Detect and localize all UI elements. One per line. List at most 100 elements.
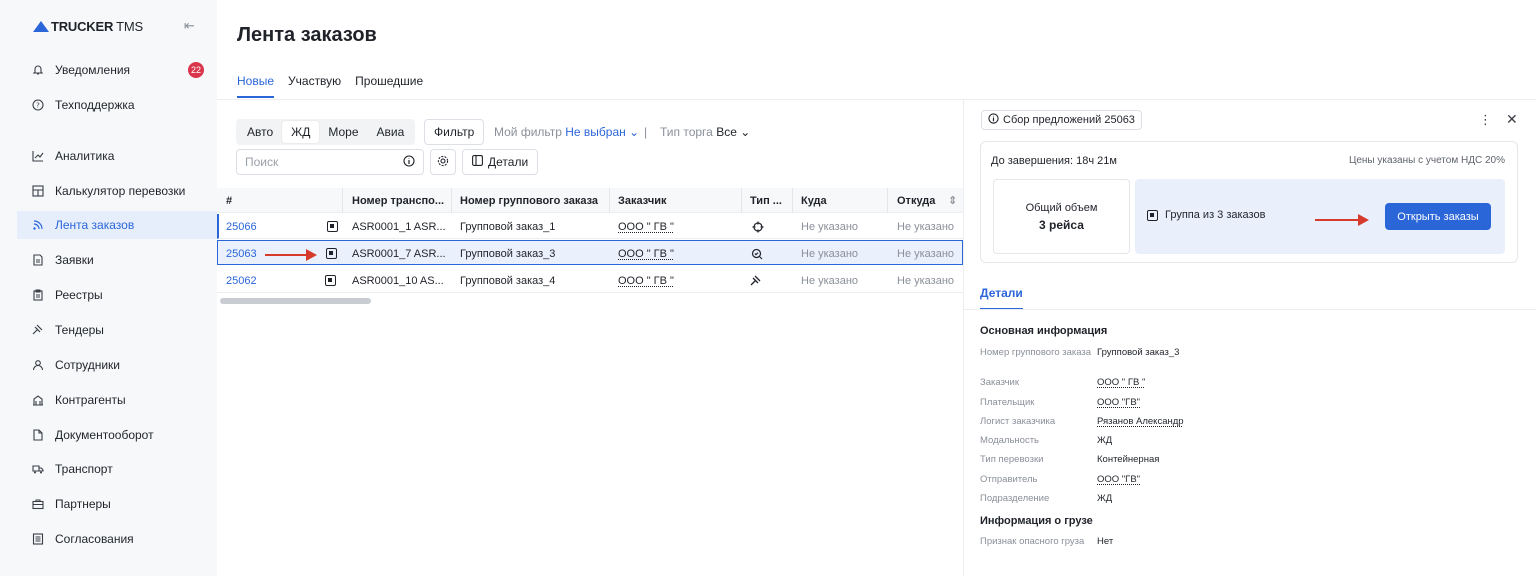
filter-button[interactable]: Фильтр [424,119,485,145]
sidebar-item-requests[interactable]: Заявки [17,246,217,274]
sort-icon[interactable]: ⇕ [948,188,960,213]
col-header-type[interactable]: Тип ... [750,188,795,213]
customer[interactable]: ООО " ГВ " [618,214,738,239]
vat-note: Цены указаны с учетом НДС 20% [1348,155,1505,166]
mode-sea[interactable]: Море [319,121,367,143]
brand-bold: TRUCKER [51,19,114,34]
annotation-arrow [1315,214,1369,226]
transport-number: ASR0001_10 AS... [352,274,444,287]
info-icon[interactable] [403,154,415,170]
order-id[interactable]: 25062 [226,268,286,293]
origin: Не указано [897,274,955,287]
mode-air[interactable]: Авиа [368,121,414,143]
destination: Не указано [801,274,859,287]
col-header-from[interactable]: Откуда [897,188,947,213]
tab-participating[interactable]: Участвую [288,74,341,98]
transport-number: ASR0001_1 ASR... [352,220,446,233]
field-key: Логист заказчика [980,416,1056,427]
destination: Не указано [801,220,859,233]
details-button-label: Детали [488,155,529,169]
group-order-icon [325,268,339,293]
sidebar-item-tenders[interactable]: Тендеры [17,316,217,344]
details-divider [964,309,1536,310]
col-sep [741,188,742,213]
my-filter-value: Не выбран [565,125,626,139]
sidebar-item-order-feed[interactable]: Лента заказов [17,211,217,239]
details-button[interactable]: Детали [462,149,539,175]
mode-rail[interactable]: ЖД [282,121,320,143]
table-row-selected[interactable]: 25063 ASR0001_7 ASR... Групповой заказ_3… [217,240,963,265]
logo-triangle-icon [33,21,49,32]
field-department: Подразделение ЖД [980,493,1112,504]
field-key: Отправитель [980,474,1038,485]
field-value[interactable]: ООО " ГВ " [1097,377,1145,388]
briefcase-icon [31,497,45,511]
field-group-number: Номер группового заказа Групповой заказ_… [980,347,1179,358]
app-logo[interactable]: TRUCKER TMS [33,19,143,34]
sidebar-item-transport[interactable]: Транспорт [17,455,217,483]
sidebar-item-approvals[interactable]: Согласования [17,525,217,553]
field-value: Контейнерная [1097,454,1160,465]
sidebar-item-documents[interactable]: Документооборот [17,421,217,449]
group-order-icon [327,214,341,239]
field-value: Групповой заказ_3 [1097,347,1180,358]
close-icon[interactable]: ✕ [1506,111,1518,128]
open-orders-button[interactable]: Открыть заказы [1385,203,1491,230]
tab-new[interactable]: Новые [237,74,275,98]
trade-type-filter[interactable]: Тип торга Все ⌄ [660,125,750,139]
table-header: # Номер транспо... Номер группового зака… [217,188,963,213]
sidebar-item-support[interactable]: ? Техподдержка [17,91,217,119]
customer[interactable]: ООО " ГВ " [618,268,738,293]
field-transport-type: Тип перевозки Контейнерная [980,454,1159,465]
offers-chip: Сбор предложений 25063 [981,110,1142,130]
field-key: Тип перевозки [980,454,1044,465]
col-sep [451,188,452,213]
search-input[interactable]: Поиск [236,149,424,175]
user-icon [31,358,45,372]
sidebar-item-notifications[interactable]: Уведомления 22 [17,56,217,84]
file-icon [31,428,45,442]
field-value[interactable]: ООО "ГВ" [1097,474,1140,485]
sidebar-item-calculator[interactable]: Калькулятор перевозки [17,177,217,205]
sidebar-item-label: Контрагенты [55,393,126,407]
field-value[interactable]: ООО "ГВ" [1097,397,1140,408]
search-placeholder: Поиск [245,155,279,169]
destination: Не указано [801,247,859,260]
sidebar-item-analytics[interactable]: Аналитика [17,142,217,170]
col-header-customer[interactable]: Заказчик [618,188,738,213]
gavel-icon [31,323,45,337]
calculator-icon [31,184,45,198]
tab-past[interactable]: Прошедшие [355,74,423,98]
sidebar-item-employees[interactable]: Сотрудники [17,351,217,379]
table-row[interactable]: 25066 ASR0001_1 ASR... Групповой заказ_1… [217,214,963,239]
annotation-arrow [265,249,317,261]
mode-auto[interactable]: Авто [238,121,282,143]
total-volume-label: Общий объем [1025,201,1098,214]
sidebar-item-counterparties[interactable]: Контрагенты [17,386,217,414]
sidebar-item-partners[interactable]: Партнеры [17,490,217,518]
panel-icon [472,155,483,169]
customer[interactable]: ООО " ГВ " [618,241,738,266]
collapse-sidebar-icon[interactable]: ⇤ [184,18,195,34]
order-id[interactable]: 25066 [226,214,286,239]
col-header-transport[interactable]: Номер транспо... [352,188,450,213]
field-key: Подразделение [980,493,1050,504]
time-until-end: До завершения: 18ч 21м [991,155,1117,167]
trade-type-value: Все [716,125,737,139]
sidebar-item-registers[interactable]: Реестры [17,281,217,309]
origin: Не указано [897,220,955,233]
tab-details[interactable]: Детали [980,286,1023,310]
col-header-to[interactable]: Куда [801,188,886,213]
rss-icon [31,218,45,232]
col-header-id[interactable]: # [226,188,321,213]
total-volume-box: Общий объем 3 рейса [993,179,1130,254]
horizontal-scrollbar[interactable] [220,298,371,304]
table-row[interactable]: 25062 ASR0001_10 AS... Групповой заказ_4… [217,268,963,293]
more-vertical-icon[interactable]: ⋮ [1479,112,1492,128]
my-filter[interactable]: Мой фильтр Не выбран ⌄ [494,125,639,139]
sidebar-item-label: Согласования [55,532,134,546]
col-header-group[interactable]: Номер группового заказа [460,188,608,213]
origin: Не указано [897,247,955,260]
field-value[interactable]: Рязанов Александр [1097,416,1184,427]
settings-button[interactable] [430,149,456,175]
